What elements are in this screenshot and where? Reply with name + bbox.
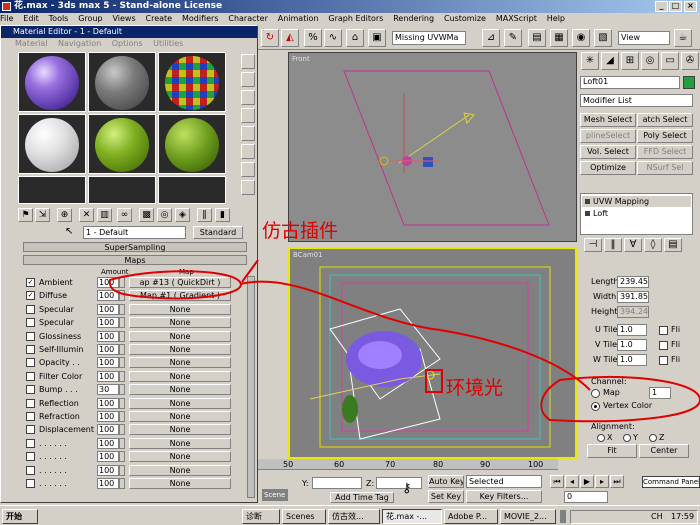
task-diagnose[interactable]: 诊断 — [242, 509, 280, 524]
task-fanggu[interactable]: 仿古效... — [328, 509, 380, 524]
annotation-link-line — [239, 280, 591, 391]
system-tray: CH 17:59 — [570, 510, 698, 524]
annotation-arrow-plugin — [241, 259, 259, 283]
task-scenes[interactable]: Scenes — [282, 509, 326, 524]
task-3dsmax[interactable]: 花.max -... — [382, 509, 442, 524]
plugin-annotation: 仿古插件 — [262, 220, 339, 242]
language-indicator[interactable]: CH — [651, 511, 663, 523]
annotation-box-ambient-light — [425, 369, 443, 393]
windows-taskbar: 开始 诊断 Scenes 仿古效... 花.max -... Adobe P..… — [0, 505, 700, 525]
task-movie[interactable]: MOVIE_2... — [500, 509, 556, 524]
annotation-strokes — [108, 259, 700, 423]
ambient-light-annotation: 环境光 — [446, 377, 504, 399]
annotation-circle-vertex-color — [540, 375, 700, 423]
start-button[interactable]: 开始 — [2, 509, 38, 524]
clock: 17:59 — [671, 512, 695, 521]
task-adobe[interactable]: Adobe P... — [444, 509, 498, 524]
annotation-circle-ambient — [108, 270, 242, 300]
taskbar-scroll[interactable] — [560, 510, 566, 523]
